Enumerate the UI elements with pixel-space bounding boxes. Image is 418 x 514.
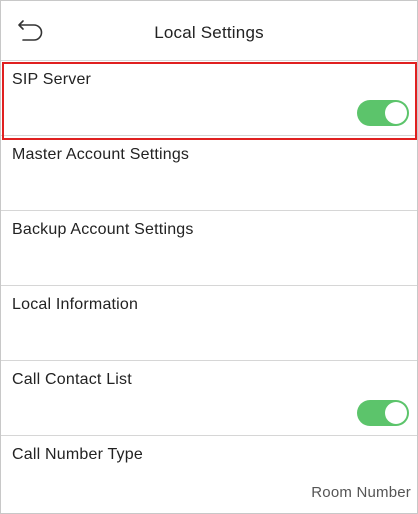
setting-row-sip-server[interactable]: SIP Server: [1, 61, 417, 136]
page-title: Local Settings: [154, 23, 264, 42]
local-settings-screen: Local Settings SIP Server Master Account…: [0, 0, 418, 514]
setting-label-call-contact-list: Call Contact List: [12, 371, 132, 388]
settings-list: SIP Server Master Account Settings Backu…: [1, 61, 417, 511]
setting-label-sip-server: SIP Server: [12, 71, 92, 88]
setting-row-master-account[interactable]: Master Account Settings: [1, 136, 417, 211]
setting-label-local-information: Local Information: [12, 296, 139, 313]
setting-row-backup-account[interactable]: Backup Account Settings: [1, 211, 417, 286]
call-contact-list-toggle[interactable]: [357, 400, 409, 426]
sip-server-toggle[interactable]: [357, 100, 409, 126]
setting-label-backup-account: Backup Account Settings: [12, 221, 194, 238]
header: Local Settings: [1, 1, 417, 61]
setting-label-call-number-type: Call Number Type: [12, 446, 143, 463]
setting-row-call-contact-list[interactable]: Call Contact List: [1, 361, 417, 436]
setting-label-master-account: Master Account Settings: [12, 146, 190, 163]
setting-row-local-information[interactable]: Local Information: [1, 286, 417, 361]
call-number-type-value: Room Number: [311, 484, 411, 501]
setting-row-call-number-type[interactable]: Call Number Type Room Number: [1, 436, 417, 511]
toggle-knob: [385, 102, 407, 124]
toggle-knob: [385, 402, 407, 424]
